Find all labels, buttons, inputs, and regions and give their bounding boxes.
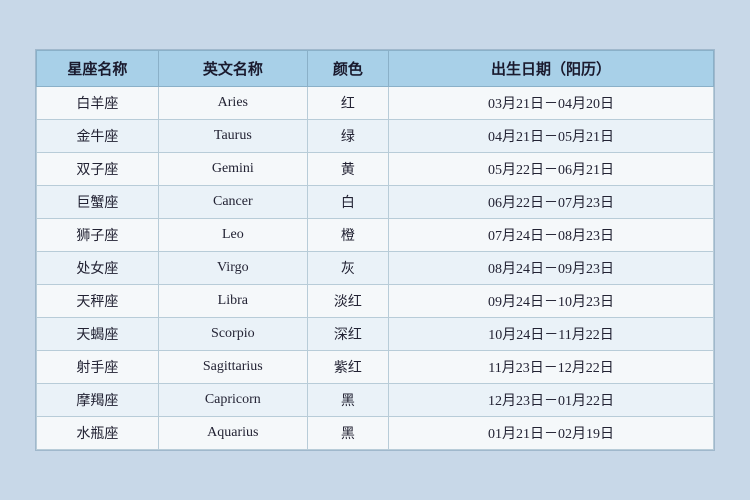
cell-color: 灰 (307, 252, 388, 285)
table-row: 处女座Virgo灰08月24日－09月23日 (37, 252, 714, 285)
cell-en: Virgo (158, 252, 307, 285)
cell-zh: 天蝎座 (37, 318, 159, 351)
cell-en: Sagittarius (158, 351, 307, 384)
cell-en: Libra (158, 285, 307, 318)
header-zh: 星座名称 (37, 51, 159, 87)
cell-date: 05月22日－06月21日 (389, 153, 714, 186)
cell-en: Cancer (158, 186, 307, 219)
cell-zh: 处女座 (37, 252, 159, 285)
cell-en: Aquarius (158, 417, 307, 450)
cell-date: 12月23日－01月22日 (389, 384, 714, 417)
header-color: 颜色 (307, 51, 388, 87)
cell-en: Capricorn (158, 384, 307, 417)
cell-date: 01月21日－02月19日 (389, 417, 714, 450)
cell-color: 绿 (307, 120, 388, 153)
table-body: 白羊座Aries红03月21日－04月20日金牛座Taurus绿04月21日－0… (37, 87, 714, 450)
cell-color: 红 (307, 87, 388, 120)
cell-zh: 双子座 (37, 153, 159, 186)
cell-color: 黄 (307, 153, 388, 186)
cell-color: 白 (307, 186, 388, 219)
table-row: 水瓶座Aquarius黑01月21日－02月19日 (37, 417, 714, 450)
cell-date: 11月23日－12月22日 (389, 351, 714, 384)
cell-date: 07月24日－08月23日 (389, 219, 714, 252)
table-header-row: 星座名称 英文名称 颜色 出生日期（阳历） (37, 51, 714, 87)
cell-en: Gemini (158, 153, 307, 186)
header-date: 出生日期（阳历） (389, 51, 714, 87)
cell-color: 深红 (307, 318, 388, 351)
cell-color: 黑 (307, 417, 388, 450)
cell-zh: 白羊座 (37, 87, 159, 120)
cell-zh: 摩羯座 (37, 384, 159, 417)
cell-date: 03月21日－04月20日 (389, 87, 714, 120)
cell-zh: 狮子座 (37, 219, 159, 252)
zodiac-table-container: 星座名称 英文名称 颜色 出生日期（阳历） 白羊座Aries红03月21日－04… (35, 49, 715, 451)
cell-color: 淡红 (307, 285, 388, 318)
cell-en: Scorpio (158, 318, 307, 351)
cell-date: 10月24日－11月22日 (389, 318, 714, 351)
table-row: 狮子座Leo橙07月24日－08月23日 (37, 219, 714, 252)
table-row: 摩羯座Capricorn黑12月23日－01月22日 (37, 384, 714, 417)
cell-color: 黑 (307, 384, 388, 417)
table-row: 天秤座Libra淡红09月24日－10月23日 (37, 285, 714, 318)
cell-zh: 水瓶座 (37, 417, 159, 450)
table-row: 射手座Sagittarius紫红11月23日－12月22日 (37, 351, 714, 384)
cell-date: 06月22日－07月23日 (389, 186, 714, 219)
cell-en: Taurus (158, 120, 307, 153)
cell-color: 橙 (307, 219, 388, 252)
cell-en: Leo (158, 219, 307, 252)
cell-zh: 巨蟹座 (37, 186, 159, 219)
table-row: 天蝎座Scorpio深红10月24日－11月22日 (37, 318, 714, 351)
header-en: 英文名称 (158, 51, 307, 87)
cell-date: 04月21日－05月21日 (389, 120, 714, 153)
zodiac-table: 星座名称 英文名称 颜色 出生日期（阳历） 白羊座Aries红03月21日－04… (36, 50, 714, 450)
table-row: 金牛座Taurus绿04月21日－05月21日 (37, 120, 714, 153)
table-row: 巨蟹座Cancer白06月22日－07月23日 (37, 186, 714, 219)
cell-date: 09月24日－10月23日 (389, 285, 714, 318)
cell-color: 紫红 (307, 351, 388, 384)
table-row: 双子座Gemini黄05月22日－06月21日 (37, 153, 714, 186)
cell-zh: 金牛座 (37, 120, 159, 153)
cell-zh: 射手座 (37, 351, 159, 384)
cell-en: Aries (158, 87, 307, 120)
table-row: 白羊座Aries红03月21日－04月20日 (37, 87, 714, 120)
cell-zh: 天秤座 (37, 285, 159, 318)
cell-date: 08月24日－09月23日 (389, 252, 714, 285)
